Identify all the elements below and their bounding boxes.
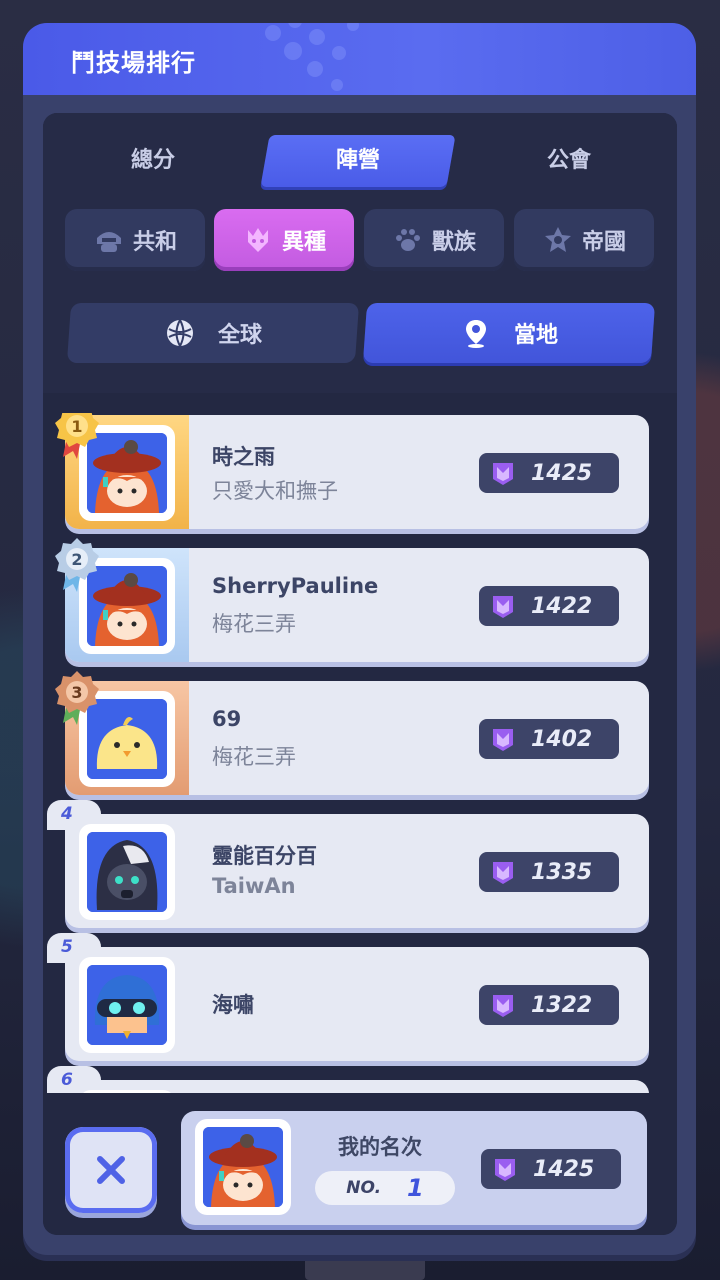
silver-medal-icon: 2 <box>55 538 99 592</box>
tab-total[interactable]: 總分 <box>83 135 223 187</box>
tab-guild[interactable]: 公會 <box>499 135 639 187</box>
scope-global-button[interactable]: 全球 <box>66 303 360 363</box>
ranking-row[interactable]: 6 <box>47 1066 649 1093</box>
score-badge: 1425 <box>481 1149 621 1189</box>
ranking-content: 總分 陣營 公會 共和 異種 獸族 帝國 全球 當地 1 時之雨 只愛大和撫子 … <box>43 113 677 1235</box>
ranking-row[interactable]: 1 時之雨 只愛大和撫子 1425 <box>55 413 649 529</box>
ranking-list[interactable]: 1 時之雨 只愛大和撫子 1425 2 SherryPauline 梅花三弄 1… <box>43 413 677 1093</box>
bronze-medal-icon: 3 <box>55 671 99 725</box>
close-button[interactable] <box>65 1127 157 1213</box>
guild-name: 梅花三弄 <box>212 612 296 636</box>
score-badge: 1425 <box>479 453 619 493</box>
close-icon <box>97 1156 125 1184</box>
xeno-icon <box>247 228 268 252</box>
my-rank-label: 我的名次 <box>338 1135 422 1159</box>
rank-number: 1 <box>71 417 82 436</box>
player-name: 海嘯 <box>212 993 254 1017</box>
tab-label: 陣營 <box>335 148 380 173</box>
my-rank-number: 1 <box>407 1174 424 1202</box>
score-value: 1402 <box>531 726 593 752</box>
faction-empire-button[interactable]: 帝國 <box>514 209 654 271</box>
republic-icon <box>96 232 121 252</box>
faction-label: 異種 <box>281 230 326 255</box>
guild-name: 只愛大和撫子 <box>212 479 338 503</box>
my-rank-card: 我的名次 NO. 1 1425 <box>181 1111 647 1225</box>
faction-label: 獸族 <box>431 230 476 255</box>
gold-medal-icon: 1 <box>55 413 99 459</box>
rank-shield-icon <box>493 862 513 884</box>
avatar <box>79 957 175 1053</box>
globe-icon <box>166 319 193 347</box>
rank-shield-icon <box>493 729 513 751</box>
guild-name: TaiwAn <box>212 874 296 898</box>
scope-label: 當地 <box>513 323 558 348</box>
guild-name: 梅花三弄 <box>212 745 296 769</box>
arena-ranking-panel: 鬥技場排行 總分 陣營 公會 共和 異種 獸族 帝國 全球 當地 1 時之雨 只… <box>23 23 696 1255</box>
score-badge: 1402 <box>479 719 619 759</box>
score-badge: 1322 <box>479 985 619 1025</box>
tab-faction[interactable]: 陣營 <box>260 135 456 187</box>
rank-shield-icon <box>493 463 513 485</box>
player-name: 時之雨 <box>212 445 275 469</box>
faction-label: 共和 <box>132 230 177 255</box>
hooded-mask-avatar-icon <box>87 832 167 912</box>
avatar <box>195 1119 291 1215</box>
my-rank-footer: 我的名次 NO. 1 1425 <box>43 1093 677 1235</box>
no-label: NO. <box>346 1178 382 1198</box>
faction-republic-button[interactable]: 共和 <box>65 209 205 271</box>
filter-area: 總分 陣營 公會 共和 異種 獸族 帝國 全球 當地 <box>43 113 677 393</box>
paw-icon <box>395 229 420 251</box>
panel-header: 鬥技場排行 <box>23 23 696 95</box>
tab-label: 公會 <box>546 148 591 173</box>
rank-tag: 6 <box>47 1066 101 1093</box>
avatar <box>79 824 175 920</box>
score-value: 1322 <box>531 992 593 1018</box>
header-decoration-icon <box>265 23 359 91</box>
faction-label: 帝國 <box>581 230 626 255</box>
scope-label: 全球 <box>217 323 262 348</box>
rank-shield-icon <box>495 1159 515 1181</box>
rank-number: 3 <box>71 683 82 702</box>
ranking-row[interactable]: 2 SherryPauline 梅花三弄 1422 <box>55 538 649 662</box>
scope-local-button[interactable]: 當地 <box>362 303 656 363</box>
ranking-row[interactable]: 5 海嘯 1322 <box>47 933 649 1061</box>
score-value: 1422 <box>531 593 593 619</box>
my-rank-number-pill: NO. 1 <box>315 1171 455 1205</box>
tab-label: 總分 <box>130 148 175 173</box>
empire-icon <box>544 227 571 252</box>
player-name: 靈能百分百 <box>212 844 317 868</box>
page-title: 鬥技場排行 <box>71 49 196 77</box>
score-value: 1335 <box>531 859 593 885</box>
score-value: 1425 <box>533 1156 595 1182</box>
rank-number: 2 <box>71 550 82 569</box>
witch-avatar-icon <box>203 1127 283 1207</box>
ranking-row[interactable]: 4 靈能百分百 TaiwAn 1335 <box>47 800 649 928</box>
score-value: 1425 <box>531 460 593 486</box>
score-badge: 1422 <box>479 586 619 626</box>
player-name: SherryPauline <box>212 574 379 598</box>
rank-shield-icon <box>493 995 513 1017</box>
ranking-row[interactable]: 3 69 梅花三弄 1402 <box>55 671 649 795</box>
faction-xeno-button[interactable]: 異種 <box>214 209 354 271</box>
location-pin-icon <box>465 320 486 348</box>
rank-shield-icon <box>493 596 513 618</box>
player-name: 69 <box>212 707 242 731</box>
faction-beast-button[interactable]: 獸族 <box>364 209 504 271</box>
score-badge: 1335 <box>479 852 619 892</box>
goggles-avatar-icon <box>87 965 167 1045</box>
